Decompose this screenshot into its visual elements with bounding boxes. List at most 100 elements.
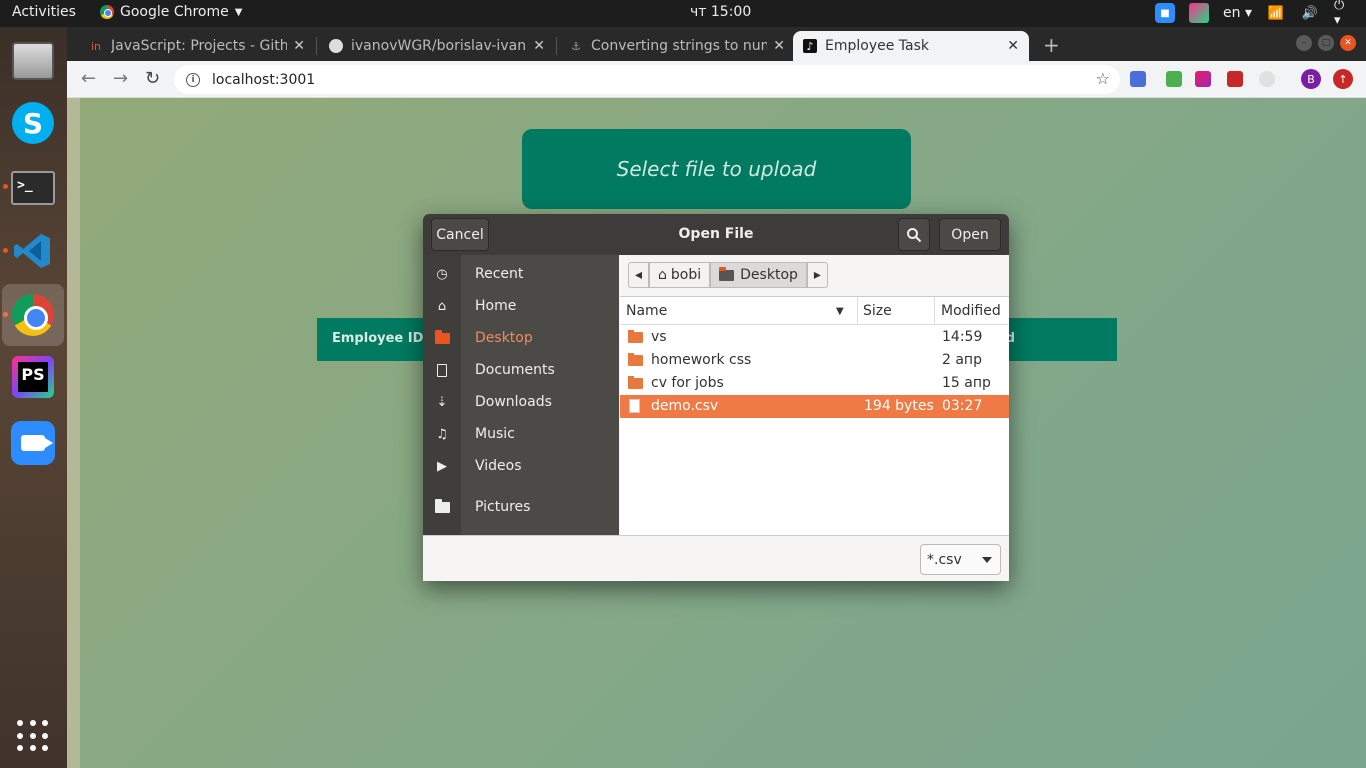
place-label: Home bbox=[475, 298, 517, 314]
keyboard-layout-indicator[interactable]: en ▾ bbox=[1223, 5, 1252, 21]
place-label: Downloads bbox=[475, 394, 552, 410]
place-label: Music bbox=[475, 426, 515, 442]
tab-javascript-projects[interactable]: in JavaScript: Projects - Gith ✕ bbox=[79, 31, 315, 61]
zoom-launcher[interactable] bbox=[9, 419, 57, 467]
file-size: 194 bytes bbox=[864, 398, 934, 414]
place-home[interactable]: ⌂ Home bbox=[423, 290, 619, 322]
file-name: cv for jobs bbox=[651, 375, 724, 391]
tab-divider bbox=[556, 37, 557, 55]
skype-launcher[interactable]: S bbox=[9, 99, 57, 147]
info-icon[interactable]: i bbox=[186, 72, 200, 87]
download-icon: ⇣ bbox=[436, 394, 448, 410]
place-videos[interactable]: ▶ Videos bbox=[423, 450, 619, 482]
column-modified[interactable]: Modified bbox=[941, 303, 1001, 319]
path-forward-arrow-icon[interactable]: ▸ bbox=[806, 262, 828, 288]
color-extension-icon[interactable] bbox=[1195, 71, 1211, 87]
file-modified: 03:27 bbox=[942, 398, 983, 414]
terminal-launcher[interactable]: >_ bbox=[9, 164, 57, 212]
home-icon: ⌂ bbox=[658, 267, 667, 283]
app-menu[interactable]: Google Chrome ▼ bbox=[100, 4, 242, 20]
path-segment-bobi[interactable]: ⌂ bobi bbox=[649, 262, 711, 288]
place-desktop[interactable]: Desktop bbox=[423, 322, 619, 354]
open-button[interactable]: Open bbox=[939, 218, 1001, 251]
activities-button[interactable]: Activities bbox=[12, 4, 76, 20]
file-name: homework css bbox=[651, 352, 752, 368]
place-label: Documents bbox=[475, 362, 555, 378]
open-file-dialog: Cancel Open File Open ◷ Recent ⌂ Home De… bbox=[423, 214, 1009, 581]
phpstorm-launcher[interactable]: PS bbox=[9, 353, 57, 401]
bookmark-star-icon[interactable]: ☆ bbox=[1096, 69, 1110, 88]
jetbrains-toolbox-icon[interactable] bbox=[1189, 3, 1210, 23]
running-indicator bbox=[3, 184, 8, 189]
forward-arrow-icon[interactable]: → bbox=[113, 69, 128, 89]
translate-extension-icon[interactable] bbox=[1130, 71, 1146, 87]
folder-icon bbox=[628, 330, 643, 343]
file-row-cv-for-jobs[interactable]: cv for jobs 15 апр bbox=[620, 372, 1009, 395]
place-pictures[interactable]: Pictures bbox=[423, 491, 619, 523]
chrome-icon bbox=[12, 294, 54, 336]
place-downloads[interactable]: ⇣ Downloads bbox=[423, 386, 619, 418]
file-row-vs[interactable]: vs 14:59 bbox=[620, 326, 1009, 349]
tab-employee-task[interactable]: ♪ Employee Task ✕ bbox=[793, 31, 1029, 61]
select-file-button[interactable]: Select file to upload bbox=[522, 129, 911, 209]
document-icon bbox=[423, 363, 461, 377]
maximize-icon[interactable]: □ bbox=[1318, 35, 1334, 51]
gnome-top-bar: Activities Google Chrome ▼ чт 15:00 ■ en… bbox=[0, 0, 1366, 28]
path-label: bobi bbox=[670, 267, 702, 283]
chrome-launcher[interactable] bbox=[2, 284, 64, 346]
place-documents[interactable]: Documents bbox=[423, 354, 619, 386]
tiktok-icon: ♪ bbox=[803, 39, 817, 53]
place-recent[interactable]: ◷ Recent bbox=[423, 258, 619, 290]
reload-icon[interactable]: ↻ bbox=[145, 69, 160, 89]
close-window-icon[interactable]: ✕ bbox=[1340, 35, 1356, 51]
file-modified: 15 апр bbox=[942, 375, 991, 391]
tab-github-repo[interactable]: ivanovWGR/borislav-ivan ✕ bbox=[319, 31, 555, 61]
skype-icon: S bbox=[12, 102, 54, 144]
dialog-header: Cancel Open File Open bbox=[423, 214, 1009, 255]
video-icon: ▶ bbox=[437, 458, 447, 474]
gray-extension-icon[interactable] bbox=[1259, 71, 1275, 87]
file-row-homework-css[interactable]: homework css 2 апр bbox=[620, 349, 1009, 372]
back-arrow-icon[interactable]: ← bbox=[81, 69, 96, 89]
profile-avatar[interactable]: B bbox=[1301, 69, 1321, 89]
close-icon[interactable]: ✕ bbox=[1007, 38, 1019, 54]
show-applications-icon[interactable] bbox=[17, 720, 49, 752]
zoom-tray-icon[interactable]: ■ bbox=[1155, 3, 1176, 23]
new-tab-button[interactable]: + bbox=[1043, 33, 1060, 57]
close-icon[interactable]: ✕ bbox=[533, 38, 545, 54]
tab-title: JavaScript: Projects - Gith bbox=[111, 38, 288, 54]
column-name[interactable]: Name bbox=[626, 303, 667, 319]
power-icon[interactable]: ⏻ ▾ bbox=[1334, 0, 1354, 28]
wifi-icon[interactable]: 📶 bbox=[1266, 3, 1286, 23]
running-indicator bbox=[3, 248, 8, 253]
file-type-filter[interactable]: *.csv bbox=[920, 544, 1001, 575]
volume-icon[interactable]: 🔊 bbox=[1300, 3, 1320, 23]
place-music[interactable]: ♫ Music bbox=[423, 418, 619, 450]
minimize-icon[interactable]: – bbox=[1296, 35, 1312, 51]
file-row-demo-csv[interactable]: demo.csv 194 bytes 03:27 bbox=[620, 395, 1009, 418]
place-label: Recent bbox=[475, 266, 524, 282]
chevron-down-icon bbox=[982, 557, 992, 563]
file-list: Name ▼ Size Modified vs 14:59 homework c… bbox=[620, 296, 1009, 535]
update-icon[interactable]: ↑ bbox=[1333, 69, 1353, 89]
filter-value: *.csv bbox=[927, 551, 962, 568]
files-launcher[interactable] bbox=[9, 37, 57, 85]
chrome-icon bbox=[100, 5, 114, 19]
search-button[interactable] bbox=[898, 218, 930, 251]
file-modified: 2 апр bbox=[942, 352, 982, 368]
path-back-arrow-icon[interactable]: ◂ bbox=[628, 262, 650, 288]
column-size[interactable]: Size bbox=[863, 303, 892, 319]
path-segment-desktop[interactable]: Desktop bbox=[710, 262, 807, 288]
address-bar[interactable]: i localhost:3001 ☆ bbox=[174, 65, 1120, 94]
tab-converting-strings[interactable]: ⚓ Converting strings to num ✕ bbox=[559, 31, 795, 61]
clock[interactable]: чт 15:00 bbox=[690, 4, 751, 20]
red-extension-icon[interactable] bbox=[1227, 71, 1243, 87]
close-icon[interactable]: ✕ bbox=[773, 38, 785, 54]
eyedropper-extension-icon[interactable] bbox=[1166, 71, 1182, 87]
url-text: localhost:3001 bbox=[212, 71, 316, 88]
close-icon[interactable]: ✕ bbox=[293, 38, 305, 54]
dialog-footer: *.csv bbox=[423, 535, 1009, 581]
vscode-launcher[interactable] bbox=[9, 227, 57, 275]
mdn-icon: ⚓ bbox=[571, 39, 581, 53]
folder-icon bbox=[423, 329, 461, 344]
